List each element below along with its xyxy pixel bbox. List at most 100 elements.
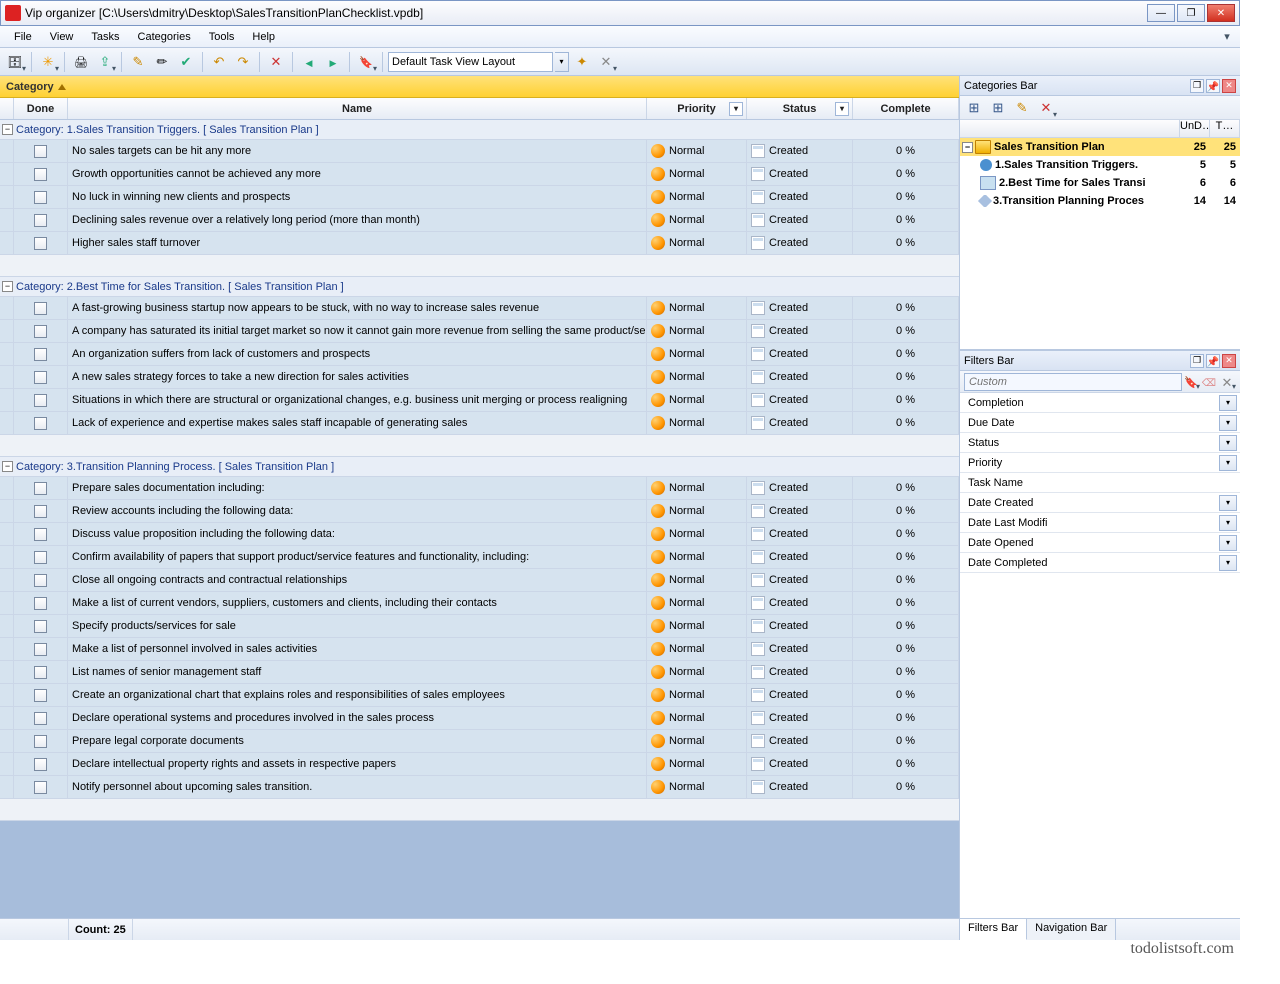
cat-tb-3[interactable] (1011, 97, 1033, 119)
row-priority-cell[interactable]: Normal (647, 412, 747, 434)
filter-delete-button[interactable] (1218, 373, 1236, 391)
row-done-cell[interactable] (14, 753, 68, 775)
row-priority-cell[interactable]: Normal (647, 684, 747, 706)
row-name-cell[interactable]: A company has saturated its initial targ… (68, 320, 647, 342)
row-priority-cell[interactable]: Normal (647, 366, 747, 388)
task-row[interactable]: Declare intellectual property rights and… (0, 753, 959, 776)
task-row[interactable]: Higher sales staff turnoverNormalCreated… (0, 232, 959, 255)
tree-node[interactable]: −Sales Transition Plan2525 (960, 138, 1240, 156)
checkbox[interactable] (34, 394, 47, 407)
task-row[interactable]: Situations in which there are structural… (0, 389, 959, 412)
row-name-cell[interactable]: No sales targets can be hit any more (68, 140, 647, 162)
row-done-cell[interactable] (14, 343, 68, 365)
checkbox[interactable] (34, 574, 47, 587)
task-row[interactable]: No sales targets can be hit any moreNorm… (0, 140, 959, 163)
tree-collapse-icon[interactable]: − (962, 142, 973, 153)
row-priority-cell[interactable]: Normal (647, 209, 747, 231)
col-priority[interactable]: Priority▾ (647, 98, 747, 119)
collapse-icon[interactable]: − (2, 461, 13, 472)
row-priority-cell[interactable]: Normal (647, 343, 747, 365)
checkbox[interactable] (34, 781, 47, 794)
row-name-cell[interactable]: An organization suffers from lack of cus… (68, 343, 647, 365)
row-status-cell[interactable]: Created (747, 186, 853, 208)
row-priority-cell[interactable]: Normal (647, 140, 747, 162)
menu-tools[interactable]: Tools (201, 28, 243, 46)
tree-col-undone[interactable]: UnD… (1180, 120, 1210, 137)
status-filter-dropdown[interactable]: ▾ (835, 102, 849, 116)
close-button[interactable]: ✕ (1207, 4, 1235, 22)
task-row[interactable]: Declare operational systems and procedur… (0, 707, 959, 730)
checkbox[interactable] (34, 597, 47, 610)
menu-file[interactable]: File (6, 28, 40, 46)
row-status-cell[interactable]: Created (747, 297, 853, 319)
row-status-cell[interactable]: Created (747, 232, 853, 254)
col-complete[interactable]: Complete (853, 98, 959, 119)
row-name-cell[interactable]: Close all ongoing contracts and contract… (68, 569, 647, 591)
row-done-cell[interactable] (14, 186, 68, 208)
db-button[interactable] (4, 51, 26, 73)
grid-body[interactable]: −Category: 1.Sales Transition Triggers. … (0, 120, 959, 918)
row-done-cell[interactable] (14, 477, 68, 499)
row-done-cell[interactable] (14, 209, 68, 231)
row-priority-cell[interactable]: Normal (647, 163, 747, 185)
checkbox[interactable] (34, 620, 47, 633)
cat-tb-2[interactable] (987, 97, 1009, 119)
checkbox[interactable] (34, 214, 47, 227)
panel-close-button[interactable]: ✕ (1222, 79, 1236, 93)
minimize-button[interactable]: — (1147, 4, 1175, 22)
row-priority-cell[interactable]: Normal (647, 546, 747, 568)
row-status-cell[interactable]: Created (747, 209, 853, 231)
task-row[interactable]: An organization suffers from lack of cus… (0, 343, 959, 366)
task-row[interactable]: Review accounts including the following … (0, 500, 959, 523)
row-done-cell[interactable] (14, 500, 68, 522)
group-header-row[interactable]: −Category: 1.Sales Transition Triggers. … (0, 120, 959, 140)
col-expand[interactable] (0, 98, 14, 119)
export-button[interactable] (94, 51, 116, 73)
filter-custom-input[interactable] (964, 373, 1182, 391)
row-done-cell[interactable] (14, 661, 68, 683)
row-status-cell[interactable]: Created (747, 389, 853, 411)
row-status-cell[interactable]: Created (747, 546, 853, 568)
checkbox[interactable] (34, 735, 47, 748)
row-status-cell[interactable]: Created (747, 477, 853, 499)
row-done-cell[interactable] (14, 730, 68, 752)
tab-filters-bar[interactable]: Filters Bar (960, 919, 1027, 940)
row-done-cell[interactable] (14, 638, 68, 660)
filter-dropdown-button[interactable]: ▾ (1219, 415, 1237, 431)
task-row[interactable]: A company has saturated its initial targ… (0, 320, 959, 343)
tree-col-total[interactable]: T… (1210, 120, 1240, 137)
row-priority-cell[interactable]: Normal (647, 569, 747, 591)
panel-pin-button[interactable] (1206, 354, 1220, 368)
row-status-cell[interactable]: Created (747, 615, 853, 637)
checkbox[interactable] (34, 302, 47, 315)
row-priority-cell[interactable]: Normal (647, 707, 747, 729)
task-row[interactable]: Prepare sales documentation including:No… (0, 477, 959, 500)
row-name-cell[interactable]: Discuss value proposition including the … (68, 523, 647, 545)
filter-row[interactable]: Priority▾ (960, 453, 1240, 473)
checkbox[interactable] (34, 325, 47, 338)
checkbox[interactable] (34, 348, 47, 361)
row-done-cell[interactable] (14, 684, 68, 706)
checkbox[interactable] (34, 168, 47, 181)
filter-row[interactable]: Date Opened▾ (960, 533, 1240, 553)
row-name-cell[interactable]: A new sales strategy forces to take a ne… (68, 366, 647, 388)
filter-dropdown-button[interactable]: ▾ (1219, 555, 1237, 571)
row-name-cell[interactable]: Declare intellectual property rights and… (68, 753, 647, 775)
row-done-cell[interactable] (14, 163, 68, 185)
row-priority-cell[interactable]: Normal (647, 389, 747, 411)
filter-row[interactable]: Due Date▾ (960, 413, 1240, 433)
task-row[interactable]: Make a list of current vendors, supplier… (0, 592, 959, 615)
wand-button[interactable] (571, 51, 593, 73)
row-name-cell[interactable]: Situations in which there are structural… (68, 389, 647, 411)
checkbox[interactable] (34, 758, 47, 771)
row-name-cell[interactable]: A fast-growing business startup now appe… (68, 297, 647, 319)
filter-row[interactable]: Completion▾ (960, 393, 1240, 413)
group-header-row[interactable]: −Category: 3.Transition Planning Process… (0, 457, 959, 477)
group-header-row[interactable]: −Category: 2.Best Time for Sales Transit… (0, 277, 959, 297)
group-by-bar[interactable]: Category (0, 76, 959, 98)
checkbox[interactable] (34, 505, 47, 518)
gear-button[interactable] (595, 51, 617, 73)
filter-row[interactable]: Task Name (960, 473, 1240, 493)
checkbox[interactable] (34, 643, 47, 656)
row-priority-cell[interactable]: Normal (647, 477, 747, 499)
